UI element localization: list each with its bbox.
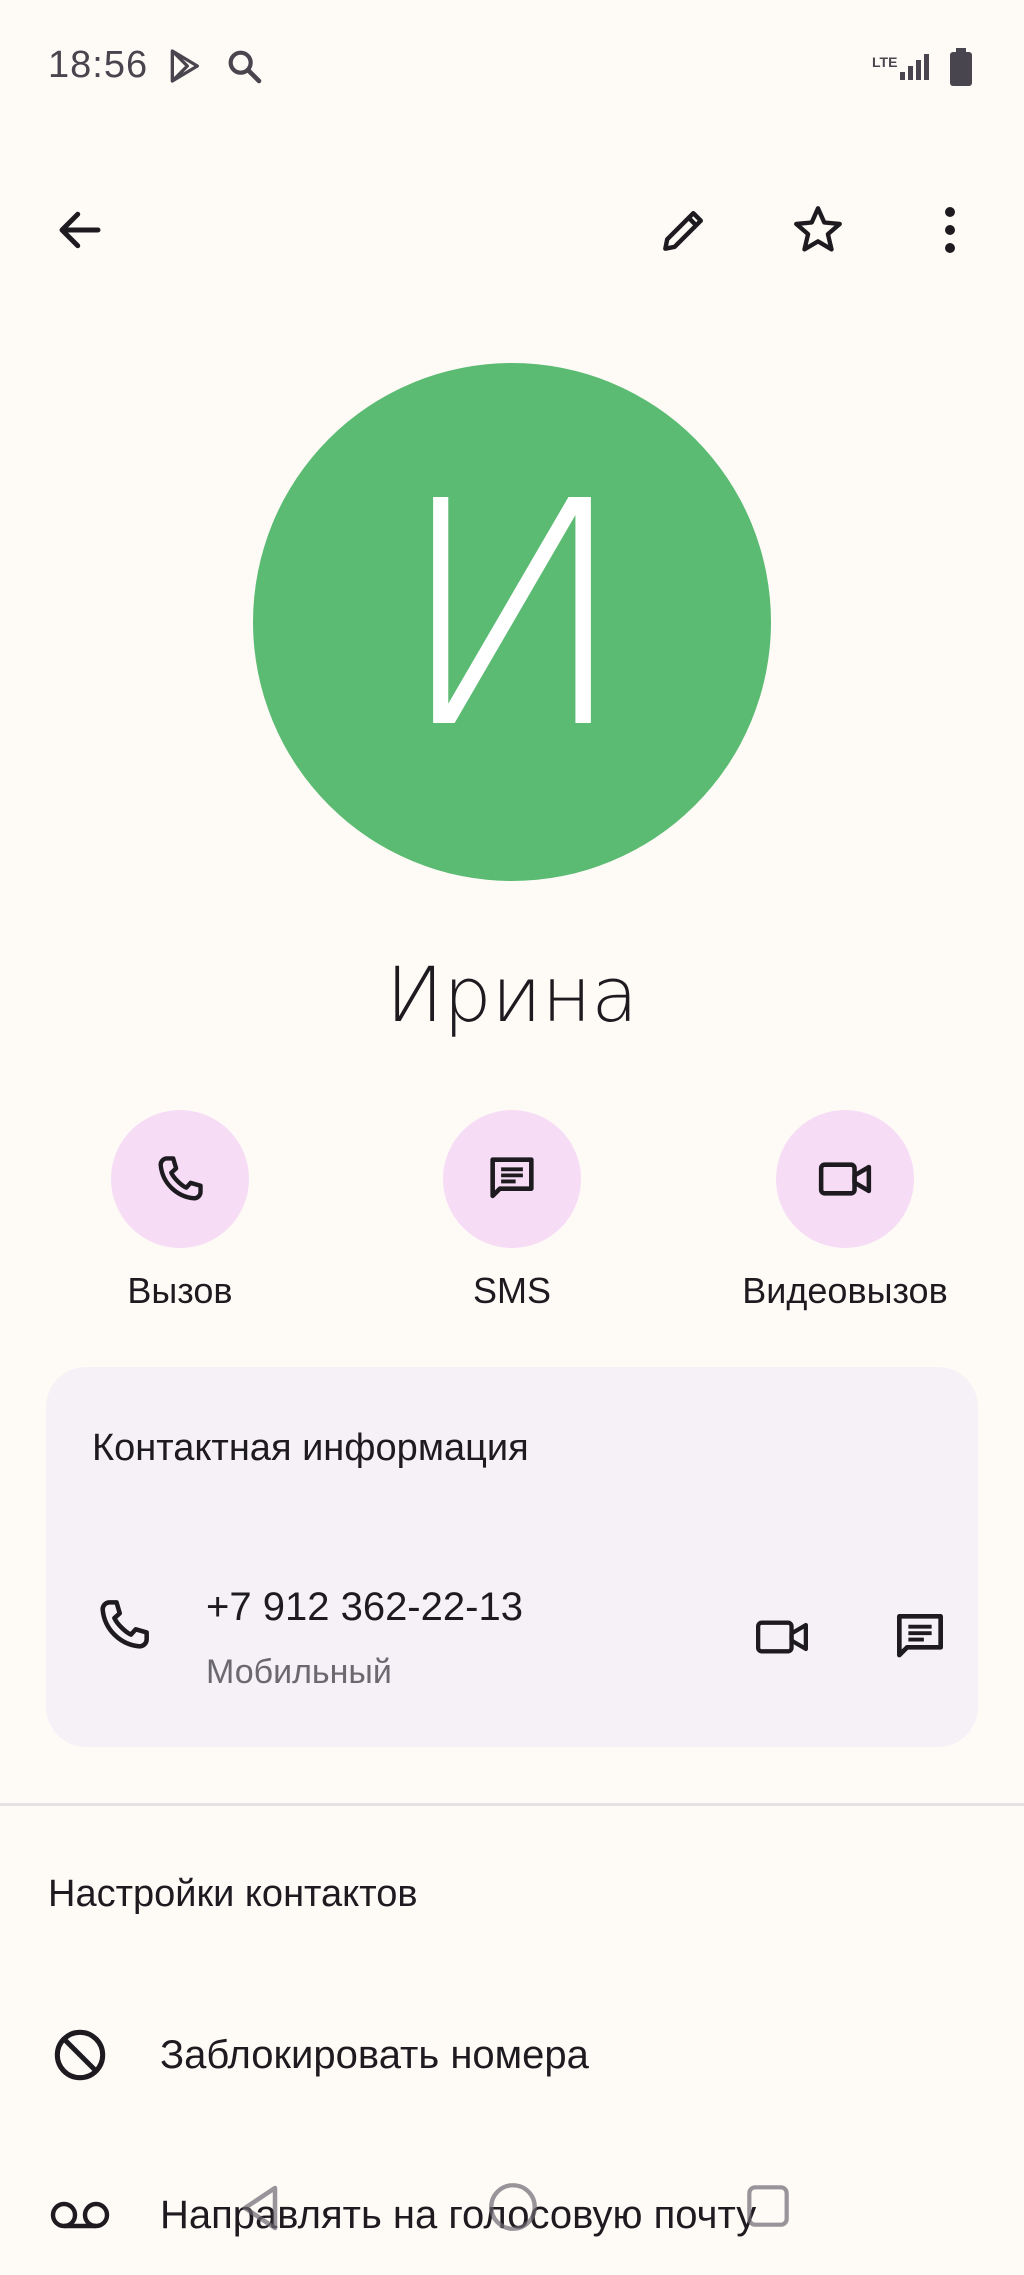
back-button[interactable] <box>32 182 128 278</box>
sms-action-button[interactable]: SMS <box>382 1110 642 1312</box>
message-icon <box>483 1150 541 1208</box>
edit-pencil-icon <box>656 202 712 258</box>
battery-icon <box>948 48 974 88</box>
block-icon <box>48 2023 112 2087</box>
top-app-bar <box>0 170 1024 290</box>
contact-info-title: Контактная информация <box>92 1427 529 1469</box>
video-call-action-circle[interactable] <box>776 1110 914 1248</box>
nav-recents-button[interactable] <box>740 2178 796 2234</box>
call-action-label: Вызов <box>127 1270 233 1311</box>
contact-settings-title: Настройки контактов <box>48 1873 418 1915</box>
play-store-icon <box>164 46 204 86</box>
sms-action-circle[interactable] <box>443 1110 581 1248</box>
lte-icon: LTE <box>872 54 898 70</box>
block-numbers-item[interactable]: Заблокировать номера <box>0 1995 1024 2115</box>
phone-sms-button[interactable] <box>872 1589 968 1685</box>
more-vert-icon <box>942 204 958 256</box>
navigation-bar <box>0 2160 1024 2275</box>
contact-info-card: Контактная информация +7 912 362-22-13 М… <box>46 1367 978 1747</box>
phone-number[interactable]: +7 912 362-22-13 <box>206 1585 523 1630</box>
nav-back-button[interactable] <box>230 2178 290 2238</box>
video-call-action-button[interactable]: Видеовызов <box>715 1110 975 1312</box>
phone-entry-icon <box>92 1593 156 1657</box>
avatar: И <box>253 363 771 881</box>
video-call-action-label: Видеовызов <box>742 1270 948 1311</box>
status-bar: 18:56 LTE <box>0 0 1024 140</box>
back-arrow-icon <box>53 203 107 257</box>
star-icon <box>789 201 847 259</box>
status-time: 18:56 <box>48 44 149 86</box>
block-numbers-label: Заблокировать номера <box>160 2033 589 2077</box>
phone-icon <box>151 1150 209 1208</box>
contact-name: Ирина <box>386 950 638 1039</box>
search-icon <box>224 46 264 86</box>
phone-video-call-button[interactable] <box>734 1589 830 1685</box>
avatar-initial: И <box>394 436 629 797</box>
edit-button[interactable] <box>636 182 732 278</box>
call-action-circle[interactable] <box>111 1110 249 1248</box>
call-action-button[interactable]: Вызов <box>50 1110 310 1312</box>
signal-icon <box>898 52 934 82</box>
sms-action-label: SMS <box>472 1270 551 1311</box>
favorite-button[interactable] <box>770 182 866 278</box>
videocam-icon <box>751 1608 813 1666</box>
videocam-icon <box>814 1150 876 1208</box>
section-divider <box>0 1803 1024 1806</box>
nav-home-button[interactable] <box>484 2178 542 2236</box>
more-options-button[interactable] <box>902 182 998 278</box>
phone-type: Мобильный <box>206 1653 392 1691</box>
message-icon <box>889 1606 951 1668</box>
